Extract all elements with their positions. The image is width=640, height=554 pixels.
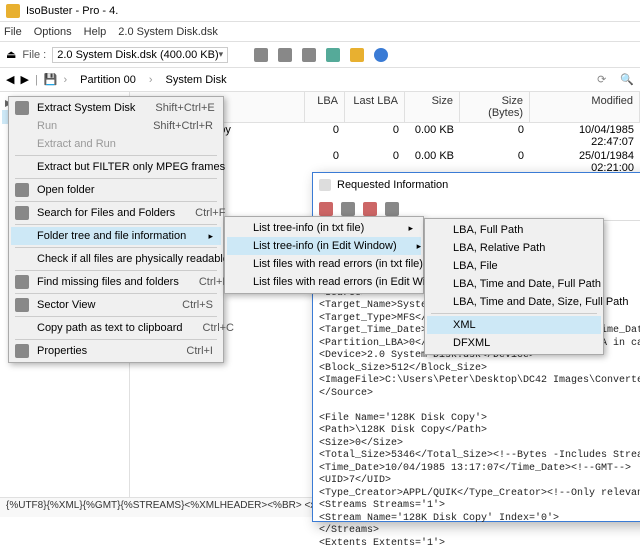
menubar: File Options Help 2.0 System Disk.dsk bbox=[0, 22, 640, 42]
menu-item[interactable]: Check if all files are physically readab… bbox=[11, 250, 221, 268]
col-bytes[interactable]: Size (Bytes) bbox=[460, 92, 530, 122]
toolbar: ⏏ File : 2.0 System Disk.dsk (400.00 KB) bbox=[0, 42, 640, 68]
menu-item[interactable]: List tree-info (in txt file) bbox=[227, 219, 421, 237]
menu-item[interactable]: LBA, File bbox=[427, 257, 601, 275]
col-lastlba[interactable]: Last LBA bbox=[345, 92, 405, 122]
titlebar: IsoBuster - Pro - 4. bbox=[0, 0, 640, 22]
toolbar-icon-5[interactable] bbox=[350, 48, 364, 62]
menu-help[interactable]: Help bbox=[84, 26, 107, 38]
menu-item[interactable]: Copy path as text to clipboardCtrl+C bbox=[11, 319, 221, 337]
menu-item[interactable]: List files with read errors (in Edit Win… bbox=[227, 273, 421, 291]
col-modified[interactable]: Modified bbox=[530, 92, 640, 122]
menu-item[interactable]: Search for Files and FoldersCtrl+F bbox=[11, 204, 221, 222]
window-title: IsoBuster - Pro - 4. bbox=[26, 5, 118, 17]
menu-item[interactable]: Open folder bbox=[11, 181, 221, 199]
toolbar-icon-3[interactable] bbox=[302, 48, 316, 62]
menu-item[interactable]: LBA, Time and Date, Full Path bbox=[427, 275, 601, 293]
req-window-icon bbox=[319, 179, 331, 191]
context-menu-main[interactable]: Extract System DiskShift+Ctrl+ERunShift+… bbox=[8, 96, 224, 363]
menu-item[interactable]: Extract System DiskShift+Ctrl+E bbox=[11, 99, 221, 117]
menu-options[interactable]: Options bbox=[34, 26, 72, 38]
breadcrumb: ◀ ▶ | 💾 › Partition 00 › System Disk ⟳ 🔍 bbox=[0, 68, 640, 92]
crumb-partition[interactable]: Partition 00 bbox=[73, 72, 143, 88]
refresh-icon[interactable]: ⟳ bbox=[597, 73, 606, 86]
menu-item: RunShift+Ctrl+R bbox=[11, 117, 221, 135]
toolbar-icon-1[interactable] bbox=[254, 48, 268, 62]
help-icon[interactable] bbox=[374, 48, 388, 62]
nav-back-icon[interactable]: ◀ bbox=[6, 73, 14, 86]
menu-item[interactable]: Folder tree and file information bbox=[11, 227, 221, 245]
crumb-volume[interactable]: System Disk bbox=[159, 72, 234, 88]
eject-icon[interactable]: ⏏ bbox=[6, 48, 16, 61]
file-label: File : bbox=[22, 49, 46, 61]
col-size[interactable]: Size bbox=[405, 92, 460, 122]
menu-item[interactable]: Find missing files and foldersCtrl+F3 bbox=[11, 273, 221, 291]
menu-file[interactable]: File bbox=[4, 26, 22, 38]
req-titlebar[interactable]: Requested Information bbox=[313, 173, 640, 197]
file-dropdown[interactable]: 2.0 System Disk.dsk (400.00 KB) bbox=[52, 47, 228, 63]
toolbar-icon-4[interactable] bbox=[326, 48, 340, 62]
req-tb-3[interactable] bbox=[363, 202, 377, 216]
req-tb-4[interactable] bbox=[385, 202, 399, 216]
menu-filename[interactable]: 2.0 System Disk.dsk bbox=[118, 26, 218, 38]
menu-item[interactable]: LBA, Time and Date, Size, Full Path bbox=[427, 293, 601, 311]
context-submenu-treeinfo[interactable]: List tree-info (in txt file)List tree-in… bbox=[224, 216, 424, 294]
col-lba[interactable]: LBA bbox=[305, 92, 345, 122]
toolbar-icon-2[interactable] bbox=[278, 48, 292, 62]
menu-item[interactable]: PropertiesCtrl+I bbox=[11, 342, 221, 360]
search-icon[interactable]: 🔍 bbox=[620, 73, 634, 86]
menu-item[interactable]: XML bbox=[427, 316, 601, 334]
menu-item[interactable]: List files with read errors (in txt file… bbox=[227, 255, 421, 273]
device-icon[interactable]: 💾 bbox=[44, 73, 58, 86]
menu-item[interactable]: Sector ViewCtrl+S bbox=[11, 296, 221, 314]
menu-item[interactable]: LBA, Full Path bbox=[427, 221, 601, 239]
nav-fwd-icon[interactable]: ▶ bbox=[20, 73, 28, 86]
context-submenu-format[interactable]: LBA, Full PathLBA, Relative PathLBA, Fil… bbox=[424, 218, 604, 355]
req-tb-1[interactable] bbox=[319, 202, 333, 216]
menu-item: Extract and Run bbox=[11, 135, 221, 153]
req-tb-2[interactable] bbox=[341, 202, 355, 216]
app-icon bbox=[6, 4, 20, 18]
menu-item[interactable]: DFXML bbox=[427, 334, 601, 352]
menu-item[interactable]: List tree-info (in Edit Window) bbox=[227, 237, 421, 255]
menu-item[interactable]: Extract but FILTER only MPEG frames bbox=[11, 158, 221, 176]
menu-item[interactable]: LBA, Relative Path bbox=[427, 239, 601, 257]
